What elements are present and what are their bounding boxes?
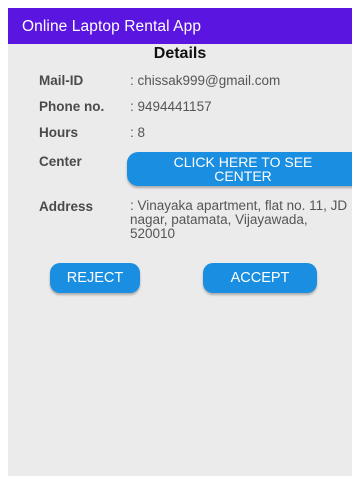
accept-button[interactable]: ACCEPT [203, 263, 317, 293]
phone-label: Phone no. [39, 99, 105, 114]
address-label: Address [39, 199, 94, 214]
mail-id-label: Mail-ID [39, 73, 84, 88]
app-screen: Online Laptop Rental App Details Mail-ID… [0, 0, 352, 484]
hours-value: : 8 [130, 125, 146, 140]
phone-value: : 9494441157 [130, 99, 212, 114]
empty-area [8, 304, 352, 476]
app-title: Online Laptop Rental App [22, 18, 202, 35]
app-bar: Online Laptop Rental App [8, 8, 352, 44]
address-value: : Vinayaka apartment, flat no. 11, JD na… [130, 198, 348, 241]
see-center-label-line2: CENTER [214, 168, 272, 184]
reject-button[interactable]: REJECT [50, 263, 140, 293]
hours-label: Hours [39, 125, 79, 140]
details-heading: Details [153, 45, 207, 62]
details-panel: Details Mail-ID : chissak999@gmail.com P… [8, 44, 352, 476]
mail-id-value: : chissak999@gmail.com [130, 73, 281, 88]
see-center-button[interactable]: CLICK HERE TO SEE CENTER [127, 152, 352, 186]
see-center-label-line1: CLICK HERE TO SEE [173, 154, 313, 170]
center-label: Center [39, 154, 82, 169]
